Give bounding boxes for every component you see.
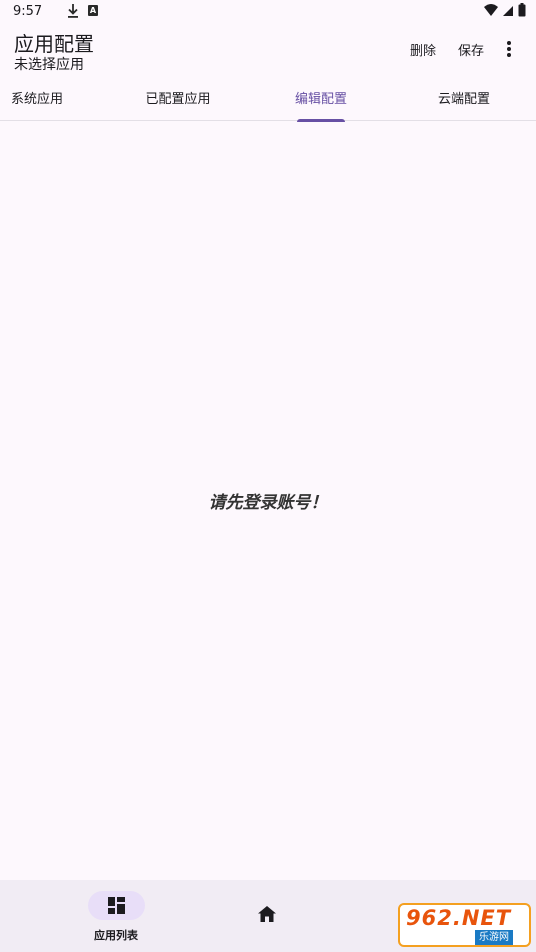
delete-button[interactable]: 删除 [410, 40, 436, 59]
watermark-logo: 962.NET 乐游网 [398, 903, 531, 947]
tab-label: 云端配置 [437, 92, 490, 107]
wifi-icon [483, 4, 498, 16]
tab-system-apps[interactable]: 系统应用 [0, 80, 104, 121]
a-badge-icon: A [88, 5, 98, 16]
page-title: 应用配置 [14, 32, 94, 56]
save-button[interactable]: 保存 [458, 40, 484, 59]
tab-configured-apps[interactable]: 已配置应用 [111, 80, 245, 121]
tab-label: 系统应用 [10, 92, 63, 107]
dashboard-icon [108, 897, 125, 914]
tab-label: 编辑配置 [294, 92, 347, 107]
tab-bar: 系统应用 已配置应用 编辑配置 云端配置 [0, 80, 536, 122]
signal-icon [502, 6, 513, 16]
status-right-icons [483, 3, 526, 19]
status-time: 9:57 [13, 4, 43, 19]
nav-item-app-list[interactable]: 应用列表 [70, 880, 162, 952]
app-bar: 应用配置 未选择应用 删除 保存 [0, 24, 536, 80]
download-icon [68, 4, 78, 18]
watermark-subtext: 乐游网 [475, 930, 513, 945]
nav-active-pill [88, 891, 145, 920]
home-icon [258, 906, 276, 922]
nav-label: 应用列表 [94, 929, 138, 942]
more-options-icon[interactable] [502, 40, 516, 60]
tab-label: 已配置应用 [145, 92, 211, 107]
nav-item-home[interactable] [248, 880, 288, 952]
tab-active-indicator [297, 119, 345, 122]
tab-edit-config[interactable]: 编辑配置 [254, 80, 388, 122]
watermark-text: 962.NET [406, 906, 512, 930]
battery-icon [518, 3, 526, 17]
tab-cloud-config[interactable]: 云端配置 [397, 80, 531, 121]
page-subtitle: 未选择应用 [14, 57, 84, 73]
status-bar: 9:57 A [0, 0, 536, 24]
login-prompt-message: 请先登录账号！ [208, 493, 328, 513]
